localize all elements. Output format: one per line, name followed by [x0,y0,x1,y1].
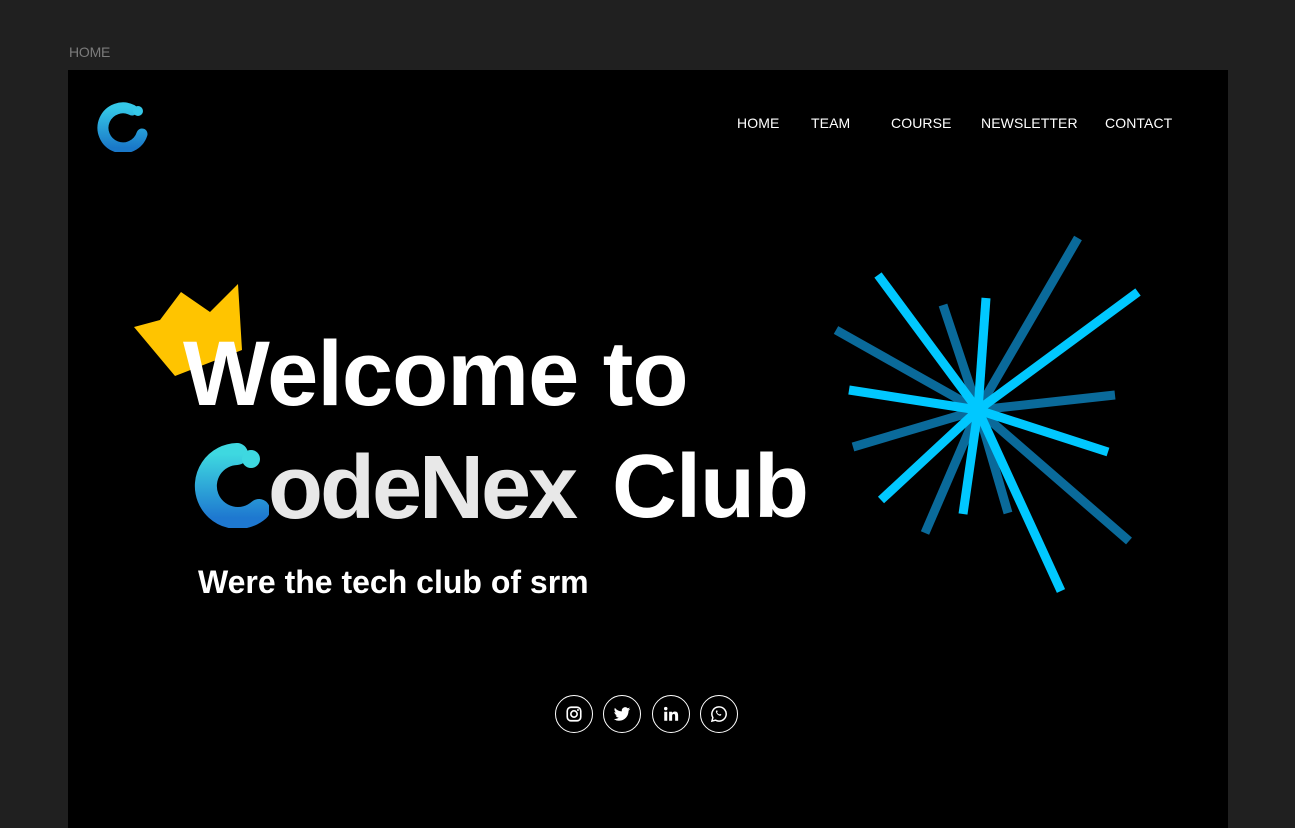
brand-c-icon [194,443,269,528]
twitter-button[interactable] [603,695,641,733]
nav-home[interactable]: HOME [737,115,779,131]
nav-contact[interactable]: CONTACT [1105,115,1172,131]
hero-title-brand: odeNex [268,438,578,538]
whatsapp-button[interactable] [700,695,738,733]
linkedin-button[interactable] [652,695,690,733]
hero-frame: HOME TEAM COURSE NEWSLETTER CONTACT Welc… [68,70,1228,828]
nav-course[interactable]: COURSE [891,115,952,131]
instagram-icon [566,706,582,722]
hero-tagline: Were the tech club of srm [198,564,589,600]
hero-title-club: Club [612,437,809,537]
twitter-icon [613,707,631,721]
linkedin-icon [664,706,679,721]
starburst-graphic [833,235,1141,593]
instagram-button[interactable] [555,695,593,733]
nav-newsletter[interactable]: NEWSLETTER [981,115,1078,131]
nav-team[interactable]: TEAM [811,115,850,131]
hero-title-welcome: Welcome to [183,323,689,425]
page-label: HOME [69,44,111,60]
main-nav: HOME TEAM COURSE NEWSLETTER CONTACT [68,115,1228,135]
whatsapp-icon [710,706,727,723]
